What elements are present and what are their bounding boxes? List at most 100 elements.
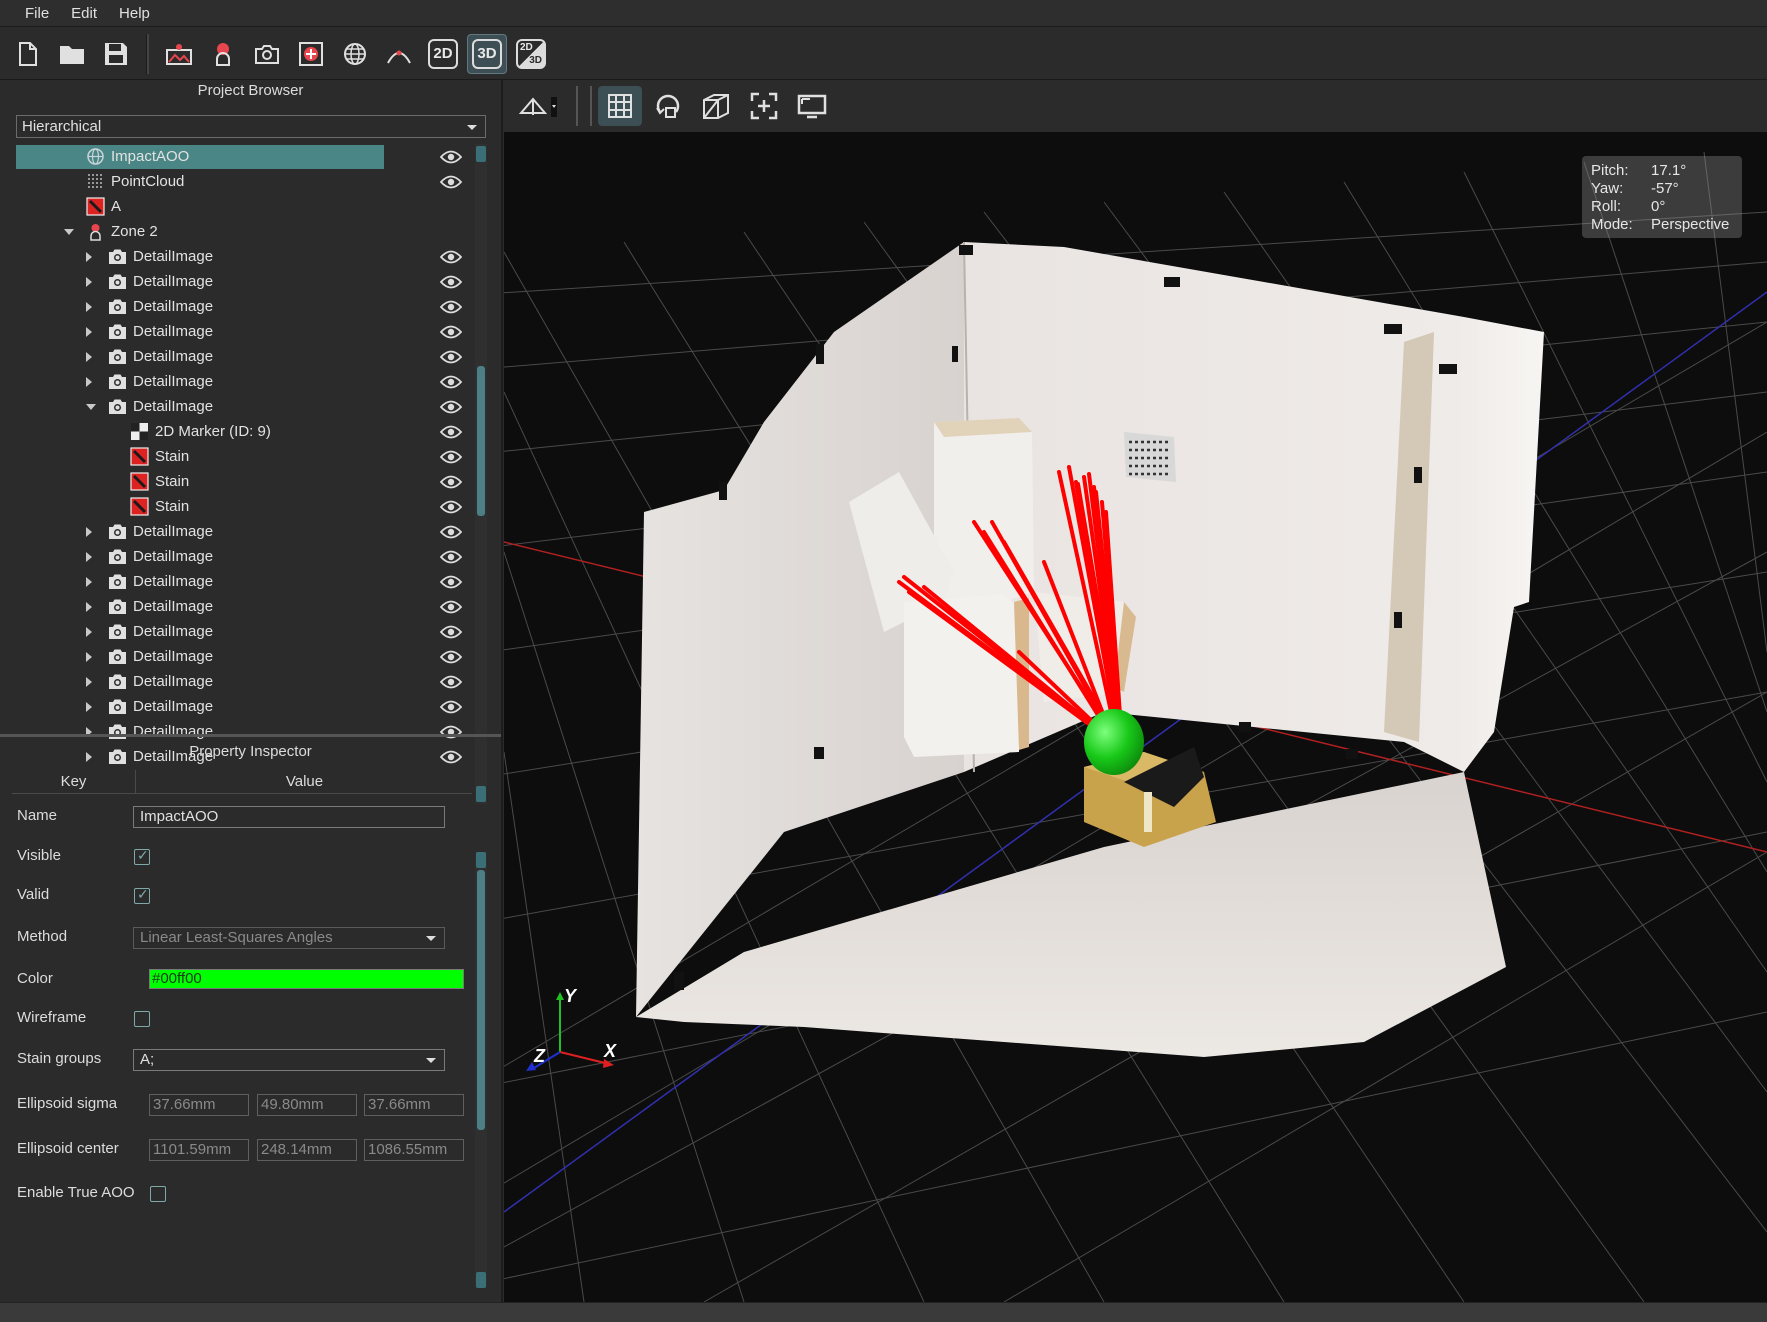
eye-icon[interactable]	[439, 623, 463, 639]
globe-button[interactable]	[335, 34, 375, 74]
center-x-field[interactable]: 1101.59mm	[149, 1139, 249, 1161]
browser-mode-select[interactable]: Hierarchical	[16, 115, 486, 138]
tree-item[interactable]: DetailImage	[16, 344, 470, 369]
camera-button[interactable]	[247, 34, 287, 74]
collapsed-arrow-icon[interactable]	[86, 677, 92, 687]
collapsed-arrow-icon[interactable]	[86, 577, 92, 587]
collapsed-arrow-icon[interactable]	[86, 252, 92, 262]
eye-icon[interactable]	[439, 273, 463, 289]
eye-icon[interactable]	[439, 323, 463, 339]
expanded-arrow-icon[interactable]	[64, 229, 74, 235]
tree-item[interactable]: PointCloud	[16, 169, 470, 194]
collapsed-arrow-icon[interactable]	[86, 602, 92, 612]
scroll-down-arrow[interactable]	[476, 786, 486, 802]
collapsed-arrow-icon[interactable]	[86, 377, 92, 387]
scroll-down-arrow[interactable]	[476, 1272, 486, 1288]
grid-toggle-button[interactable]	[598, 86, 642, 126]
eye-icon[interactable]	[439, 423, 463, 439]
tree-item[interactable]: DetailImage	[16, 569, 470, 594]
collapsed-arrow-icon[interactable]	[86, 327, 92, 337]
tree-item[interactable]: Stain	[16, 444, 470, 469]
true-aoo-checkbox[interactable]	[150, 1186, 166, 1202]
view-2d3d-button[interactable]: 2D 3D	[511, 34, 551, 74]
tree-scrollbar[interactable]	[475, 144, 487, 804]
collapsed-arrow-icon[interactable]	[86, 627, 92, 637]
tree-item[interactable]: Zone 2	[16, 219, 470, 244]
method-select[interactable]: Linear Least-Squares Angles	[133, 927, 445, 949]
valid-checkbox[interactable]	[134, 886, 150, 904]
tree-item[interactable]: DetailImage	[16, 644, 470, 669]
eye-icon[interactable]	[439, 648, 463, 664]
eye-icon[interactable]	[439, 448, 463, 464]
collapsed-arrow-icon[interactable]	[86, 527, 92, 537]
property-scrollbar[interactable]	[475, 852, 487, 1288]
eye-icon[interactable]	[439, 348, 463, 364]
3d-viewport[interactable]: Y X Z	[504, 132, 1767, 1302]
collapsed-arrow-icon[interactable]	[86, 352, 92, 362]
name-field[interactable]: ImpactAOO	[133, 806, 445, 828]
sigma-z-field[interactable]: 37.66mm	[364, 1094, 464, 1116]
fullscreen-button[interactable]	[790, 86, 834, 126]
eye-icon[interactable]	[439, 573, 463, 589]
eye-icon[interactable]	[439, 373, 463, 389]
tree-item[interactable]: A	[16, 194, 470, 219]
orbit-button[interactable]	[646, 86, 690, 126]
eye-icon[interactable]	[439, 298, 463, 314]
tree-item[interactable]: DetailImage	[16, 244, 470, 269]
eye-icon[interactable]	[439, 248, 463, 264]
menu-edit[interactable]: Edit	[60, 0, 108, 27]
eye-icon[interactable]	[439, 523, 463, 539]
menu-file[interactable]: File	[14, 0, 60, 27]
eye-icon[interactable]	[439, 548, 463, 564]
tree-item[interactable]: DetailImage	[16, 519, 470, 544]
tree-item[interactable]: DetailImage	[16, 394, 470, 419]
tree-item[interactable]: DetailImage	[16, 269, 470, 294]
collapsed-arrow-icon[interactable]	[86, 652, 92, 662]
save-button[interactable]	[96, 34, 136, 74]
collapsed-arrow-icon[interactable]	[86, 702, 92, 712]
eye-icon[interactable]	[439, 398, 463, 414]
view-3d-button[interactable]: 3D	[467, 33, 507, 74]
wireframe-checkbox[interactable]	[134, 1011, 150, 1027]
expanded-arrow-icon[interactable]	[86, 404, 96, 410]
zone-button[interactable]	[203, 34, 243, 74]
eye-icon[interactable]	[439, 698, 463, 714]
tree-item[interactable]: Stain	[16, 469, 470, 494]
center-z-field[interactable]: 1086.55mm	[364, 1139, 464, 1161]
tree-item[interactable]: DetailImage	[16, 669, 470, 694]
center-y-field[interactable]: 248.14mm	[257, 1139, 357, 1161]
property-scroll-thumb[interactable]	[477, 870, 485, 1130]
eye-icon[interactable]	[439, 473, 463, 489]
eye-icon[interactable]	[439, 673, 463, 689]
view-2d-button[interactable]: 2D	[423, 34, 463, 74]
tree-item[interactable]: Stain	[16, 494, 470, 519]
orientation-button[interactable]	[512, 86, 566, 126]
eye-icon[interactable]	[439, 173, 463, 189]
eye-icon[interactable]	[439, 148, 463, 164]
scroll-up-arrow[interactable]	[476, 146, 486, 162]
eye-icon[interactable]	[439, 598, 463, 614]
image-stack-button[interactable]	[159, 34, 199, 74]
fit-view-button[interactable]	[742, 86, 786, 126]
new-file-button[interactable]	[8, 34, 48, 74]
stain-button[interactable]	[291, 34, 331, 74]
color-swatch[interactable]: #00ff00	[149, 969, 464, 989]
tree-item[interactable]: ImpactAOO	[16, 144, 470, 169]
tree-item[interactable]: DetailImage	[16, 694, 470, 719]
tree-item[interactable]: DetailImage	[16, 594, 470, 619]
perspective-button[interactable]	[694, 86, 738, 126]
menu-help[interactable]: Help	[108, 0, 161, 27]
tree-item[interactable]: DetailImage	[16, 619, 470, 644]
tree-item[interactable]: DetailImage	[16, 319, 470, 344]
eye-icon[interactable]	[439, 498, 463, 514]
scroll-up-arrow[interactable]	[476, 852, 486, 868]
sigma-x-field[interactable]: 37.66mm	[149, 1094, 249, 1116]
collapsed-arrow-icon[interactable]	[86, 552, 92, 562]
tree-item[interactable]: DetailImage	[16, 544, 470, 569]
open-button[interactable]	[52, 34, 92, 74]
panel-splitter[interactable]	[0, 734, 501, 737]
sigma-y-field[interactable]: 49.80mm	[257, 1094, 357, 1116]
collapsed-arrow-icon[interactable]	[86, 277, 92, 287]
tree-scroll-thumb[interactable]	[477, 366, 485, 516]
tree-item[interactable]: DetailImage	[16, 369, 470, 394]
